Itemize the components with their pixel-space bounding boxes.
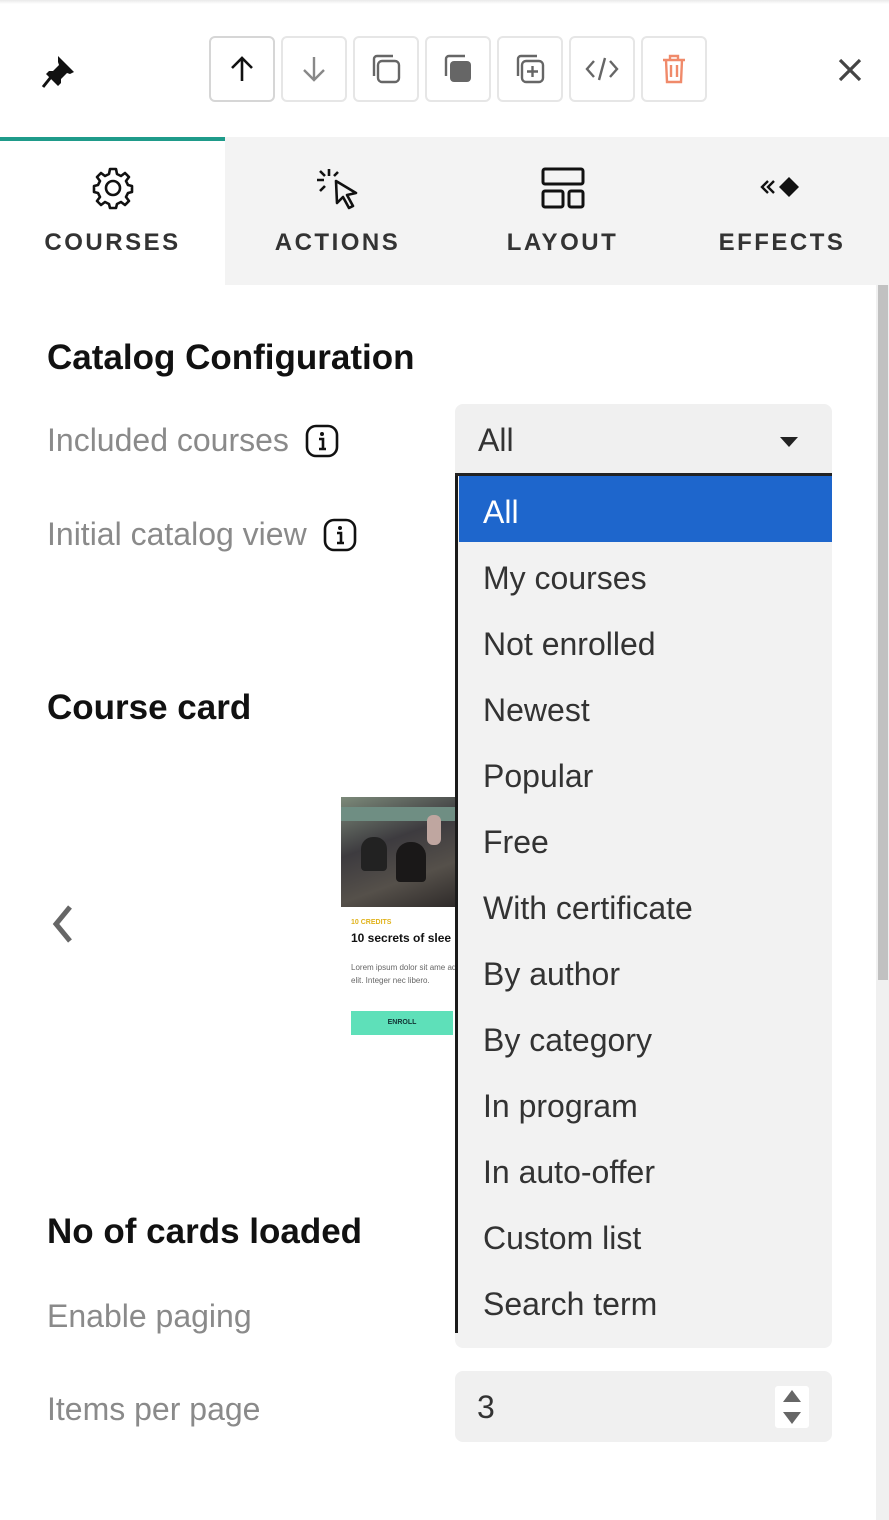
info-icon[interactable]: [323, 518, 357, 552]
included-courses-dropdown: All My courses Not enrolled Newest Popular Fr…: [455, 476, 832, 1348]
tab-label: LAYOUT: [506, 229, 619, 256]
dropdown-option[interactable]: Search term: [459, 1268, 832, 1333]
tab-actions[interactable]: ACTIONS: [225, 137, 450, 285]
course-image: [341, 797, 457, 907]
number-stepper[interactable]: [775, 1386, 809, 1428]
section-heading-cards-loaded: No of cards loaded: [47, 1212, 363, 1251]
duplicate-icon: [444, 54, 471, 82]
card-enroll-button: ENROLL: [351, 1011, 453, 1035]
section-heading-catalog: Catalog Configuration: [47, 338, 415, 377]
scrollbar-thumb[interactable]: [878, 285, 888, 980]
add-copy-icon: [516, 54, 545, 84]
info-icon[interactable]: [305, 424, 339, 458]
duplicate-button[interactable]: [425, 36, 491, 102]
block-toolbar: [209, 36, 707, 102]
top-toolbar: [0, 0, 889, 137]
dropdown-option[interactable]: In program: [459, 1070, 832, 1136]
included-courses-select[interactable]: All: [455, 404, 832, 476]
tab-effects[interactable]: EFFECTS: [675, 137, 889, 285]
enable-paging-label: Enable paging: [47, 1298, 252, 1334]
dropdown-option[interactable]: Popular: [459, 740, 832, 806]
chevron-left-icon: [52, 905, 72, 943]
section-heading-course-card: Course card: [47, 688, 252, 727]
code-icon: [585, 57, 619, 81]
top-shadow: [0, 0, 889, 4]
dropdown-option[interactable]: Not enrolled: [459, 608, 832, 674]
close-button[interactable]: [830, 50, 870, 90]
add-copy-button[interactable]: [497, 36, 563, 102]
tab-layout[interactable]: LAYOUT: [450, 137, 675, 285]
dropdown-options: All My courses Not enrolled Newest Popular Fr…: [459, 476, 832, 1333]
included-courses-label: Included courses: [47, 422, 339, 459]
course-card-preview[interactable]: 10 CREDITS 10 secrets of slee Lorem ipsu…: [341, 797, 457, 1037]
arrow-up-icon: [231, 56, 253, 81]
tab-label: ACTIONS: [274, 229, 401, 256]
items-per-page-input[interactable]: 3: [455, 1371, 832, 1442]
close-icon: [838, 58, 862, 82]
pin-icon[interactable]: [40, 52, 80, 92]
arrow-down-icon: [303, 57, 325, 82]
code-button[interactable]: [569, 36, 635, 102]
stepper-down-icon[interactable]: [783, 1412, 801, 1424]
move-up-button[interactable]: [209, 36, 275, 102]
items-per-page-label: Items per page: [47, 1391, 261, 1427]
dropdown-option[interactable]: Custom list: [459, 1202, 832, 1268]
delete-button[interactable]: [641, 36, 707, 102]
tab-label: EFFECTS: [718, 229, 846, 256]
dropdown-option[interactable]: With certificate: [459, 872, 832, 938]
dropdown-option[interactable]: In auto-offer: [459, 1136, 832, 1202]
trash-icon: [663, 54, 685, 84]
dropdown-option[interactable]: Newest: [459, 674, 832, 740]
items-per-page-value: 3: [477, 1389, 495, 1425]
layout-icon: [541, 167, 584, 209]
tab-label: COURSES: [44, 229, 181, 256]
card-credits: 10 CREDITS: [351, 919, 392, 926]
copy-icon: [372, 54, 401, 84]
dropdown-option[interactable]: My courses: [459, 542, 832, 608]
initial-catalog-view-label: Initial catalog view: [47, 516, 357, 553]
gear-icon: [92, 167, 133, 210]
carousel-prev-button[interactable]: [48, 902, 78, 946]
click-icon: [316, 169, 357, 210]
tab-courses[interactable]: COURSES: [0, 137, 225, 285]
card-title: 10 secrets of slee: [351, 931, 452, 945]
dropdown-option[interactable]: All: [459, 476, 832, 542]
dropdown-option[interactable]: By author: [459, 938, 832, 1004]
caret-down-icon: [780, 437, 798, 447]
tab-bar: COURSES ACTIONS LAYOUT EFFECTS: [0, 137, 889, 285]
effects-icon: [760, 177, 799, 197]
copy-button[interactable]: [353, 36, 419, 102]
select-value: All: [478, 422, 514, 458]
dropdown-option[interactable]: By category: [459, 1004, 832, 1070]
move-down-button[interactable]: [281, 36, 347, 102]
dropdown-option[interactable]: Free: [459, 806, 832, 872]
card-description: Lorem ipsum dolor sit ame adipiscing eli…: [351, 963, 457, 985]
stepper-up-icon[interactable]: [783, 1390, 801, 1402]
